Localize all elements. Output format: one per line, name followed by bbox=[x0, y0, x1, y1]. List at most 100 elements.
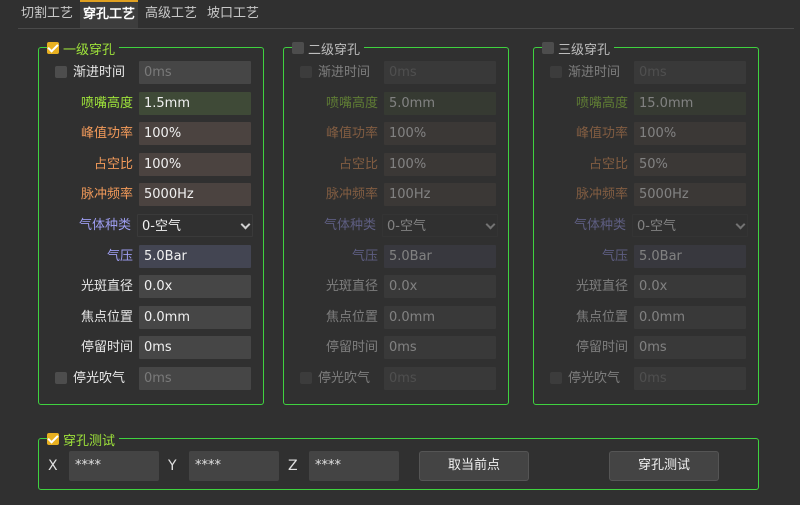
stop-light-blow-input[interactable]: 0ms bbox=[634, 367, 746, 390]
pulse-frequency-row: 脉冲频率 100Hz bbox=[284, 183, 510, 207]
tab-advanced[interactable]: 高级工艺 bbox=[142, 0, 200, 28]
spot-diameter-row: 光斑直径 0.0x bbox=[39, 275, 265, 299]
peak-power-row: 峰值功率 100% bbox=[39, 122, 265, 146]
ramp-time-checkbox[interactable] bbox=[55, 66, 67, 78]
stop-light-blow-input[interactable]: 0ms bbox=[139, 367, 251, 390]
stop-light-blow-label: 停光吹气 bbox=[73, 371, 126, 386]
gas-type-label: 气体种类 bbox=[78, 218, 131, 233]
peak-power-input[interactable]: 100% bbox=[384, 122, 496, 146]
ramp-time-row: 渐进时间 0ms bbox=[534, 61, 760, 84]
duty-cycle-input[interactable]: 100% bbox=[139, 152, 251, 176]
gas-type-select[interactable]: 0-空气 bbox=[632, 214, 748, 237]
stop-light-blow-label: 停光吹气 bbox=[318, 371, 371, 386]
gas-pressure-row: 气压 5.0Bar bbox=[39, 244, 265, 268]
stop-light-blow-checkbox[interactable] bbox=[550, 372, 562, 384]
spot-diameter-label: 光斑直径 bbox=[80, 279, 133, 295]
gas-pressure-input[interactable]: 5.0Bar bbox=[139, 244, 251, 268]
pulse-frequency-input[interactable]: 5000Hz bbox=[139, 183, 251, 207]
dwell-time-input[interactable]: 0ms bbox=[384, 336, 496, 360]
chevron-down-icon bbox=[240, 219, 251, 230]
gas-type-select[interactable]: 0-空气 bbox=[137, 214, 253, 237]
tab-piercing[interactable]: 穿孔工艺 bbox=[80, 0, 139, 28]
spot-diameter-input[interactable]: 0.0x bbox=[384, 275, 496, 299]
dwell-time-label: 停留时间 bbox=[575, 340, 628, 356]
y-coordinate-input[interactable]: **** bbox=[189, 451, 279, 481]
nozzle-height-label: 喷嘴高度 bbox=[325, 95, 378, 111]
stop-light-blow-checkbox[interactable] bbox=[55, 372, 67, 384]
nozzle-height-label: 喷嘴高度 bbox=[80, 95, 133, 111]
nozzle-height-input[interactable]: 1.5mm bbox=[139, 91, 251, 115]
gas-type-selected-value: 0-空气 bbox=[142, 219, 181, 234]
gas-type-selected-value: 0-空气 bbox=[637, 219, 676, 234]
spot-diameter-input[interactable]: 0.0x bbox=[139, 275, 251, 299]
get-current-point-button[interactable]: 取当前点 bbox=[419, 451, 529, 481]
z-coordinate-input[interactable]: **** bbox=[309, 451, 399, 481]
spot-diameter-input[interactable]: 0.0x bbox=[634, 275, 746, 299]
dwell-time-row: 停留时间 0ms bbox=[534, 336, 760, 360]
stop-light-blow-input[interactable]: 0ms bbox=[384, 367, 496, 390]
dwell-time-label: 停留时间 bbox=[80, 340, 133, 356]
dwell-time-input[interactable]: 0ms bbox=[634, 336, 746, 360]
ramp-time-row: 渐进时间 0ms bbox=[39, 61, 265, 84]
gas-pressure-input[interactable]: 5.0Bar bbox=[634, 244, 746, 268]
pierce-level-2-header: 二级穿孔 bbox=[292, 40, 365, 58]
gas-type-select[interactable]: 0-空气 bbox=[382, 214, 498, 237]
duty-cycle-label: 占空比 bbox=[338, 156, 378, 172]
ramp-time-input[interactable]: 0ms bbox=[139, 61, 251, 84]
duty-cycle-row: 占空比 50% bbox=[534, 152, 760, 176]
ramp-time-row: 渐进时间 0ms bbox=[284, 61, 510, 84]
ramp-time-input[interactable]: 0ms bbox=[634, 61, 746, 84]
focus-position-label: 焦点位置 bbox=[575, 309, 628, 325]
focus-position-input[interactable]: 0.0mm bbox=[634, 305, 746, 329]
pulse-frequency-input[interactable]: 100Hz bbox=[384, 183, 496, 207]
peak-power-input[interactable]: 100% bbox=[139, 122, 251, 146]
spot-diameter-row: 光斑直径 0.0x bbox=[284, 275, 510, 299]
nozzle-height-row: 喷嘴高度 5.0mm bbox=[284, 91, 510, 115]
ramp-time-checkbox[interactable] bbox=[550, 66, 562, 78]
focus-position-row: 焦点位置 0.0mm bbox=[39, 305, 265, 329]
pulse-frequency-input[interactable]: 5000Hz bbox=[634, 183, 746, 207]
duty-cycle-row: 占空比 100% bbox=[284, 152, 510, 176]
duty-cycle-input[interactable]: 50% bbox=[634, 152, 746, 176]
gas-pressure-input[interactable]: 5.0Bar bbox=[384, 244, 496, 268]
nozzle-height-input[interactable]: 5.0mm bbox=[384, 91, 496, 115]
ramp-time-label: 渐进时间 bbox=[73, 65, 126, 80]
duty-cycle-input[interactable]: 100% bbox=[384, 152, 496, 176]
duty-cycle-label: 占空比 bbox=[588, 156, 628, 172]
peak-power-label: 峰值功率 bbox=[575, 126, 628, 142]
pulse-frequency-row: 脉冲频率 5000Hz bbox=[534, 183, 760, 207]
focus-position-input[interactable]: 0.0mm bbox=[139, 305, 251, 329]
stop-light-blow-checkbox[interactable] bbox=[300, 372, 312, 384]
pierce-level-3-checkbox[interactable] bbox=[542, 42, 554, 54]
ramp-time-input[interactable]: 0ms bbox=[384, 61, 496, 84]
pierce-test-title: 穿孔测试 bbox=[63, 433, 116, 449]
pierce-level-2-checkbox[interactable] bbox=[292, 42, 304, 54]
gas-type-row: 气体种类 0-空气 bbox=[284, 214, 510, 237]
tab-bevel[interactable]: 坡口工艺 bbox=[204, 0, 262, 28]
tab-bar: 切割工艺 穿孔工艺 高级工艺 坡口工艺 bbox=[18, 0, 266, 28]
tab-cutting[interactable]: 切割工艺 bbox=[18, 0, 76, 28]
dwell-time-input[interactable]: 0ms bbox=[139, 336, 251, 360]
pulse-frequency-label: 脉冲频率 bbox=[80, 187, 133, 203]
duty-cycle-row: 占空比 100% bbox=[39, 152, 265, 176]
pierce-test-checkbox[interactable] bbox=[47, 433, 59, 445]
ramp-time-checkbox[interactable] bbox=[300, 66, 312, 78]
focus-position-row: 焦点位置 0.0mm bbox=[534, 305, 760, 329]
gas-pressure-label: 气压 bbox=[351, 248, 378, 264]
gas-type-row: 气体种类 0-空气 bbox=[39, 214, 265, 237]
dwell-time-label: 停留时间 bbox=[325, 340, 378, 356]
focus-position-row: 焦点位置 0.0mm bbox=[284, 305, 510, 329]
pierce-level-1-checkbox[interactable] bbox=[47, 42, 59, 54]
peak-power-input[interactable]: 100% bbox=[634, 122, 746, 146]
spot-diameter-row: 光斑直径 0.0x bbox=[534, 275, 760, 299]
focus-position-input[interactable]: 0.0mm bbox=[384, 305, 496, 329]
nozzle-height-row: 喷嘴高度 15.0mm bbox=[534, 91, 760, 115]
pierce-level-3-group: 三级穿孔 渐进时间 0ms 喷嘴高度 15.0mm 峰值功率 100% 占空比 50% 脉冲频率 5… bbox=[533, 40, 760, 405]
ramp-time-label: 渐进时间 bbox=[318, 65, 371, 80]
x-coordinate-input[interactable]: **** bbox=[69, 451, 159, 481]
pierce-test-button[interactable]: 穿孔测试 bbox=[609, 451, 719, 481]
pierce-level-2-title: 二级穿孔 bbox=[308, 42, 361, 58]
spot-diameter-label: 光斑直径 bbox=[575, 279, 628, 295]
nozzle-height-input[interactable]: 15.0mm bbox=[634, 91, 746, 115]
gas-type-label: 气体种类 bbox=[323, 218, 376, 233]
